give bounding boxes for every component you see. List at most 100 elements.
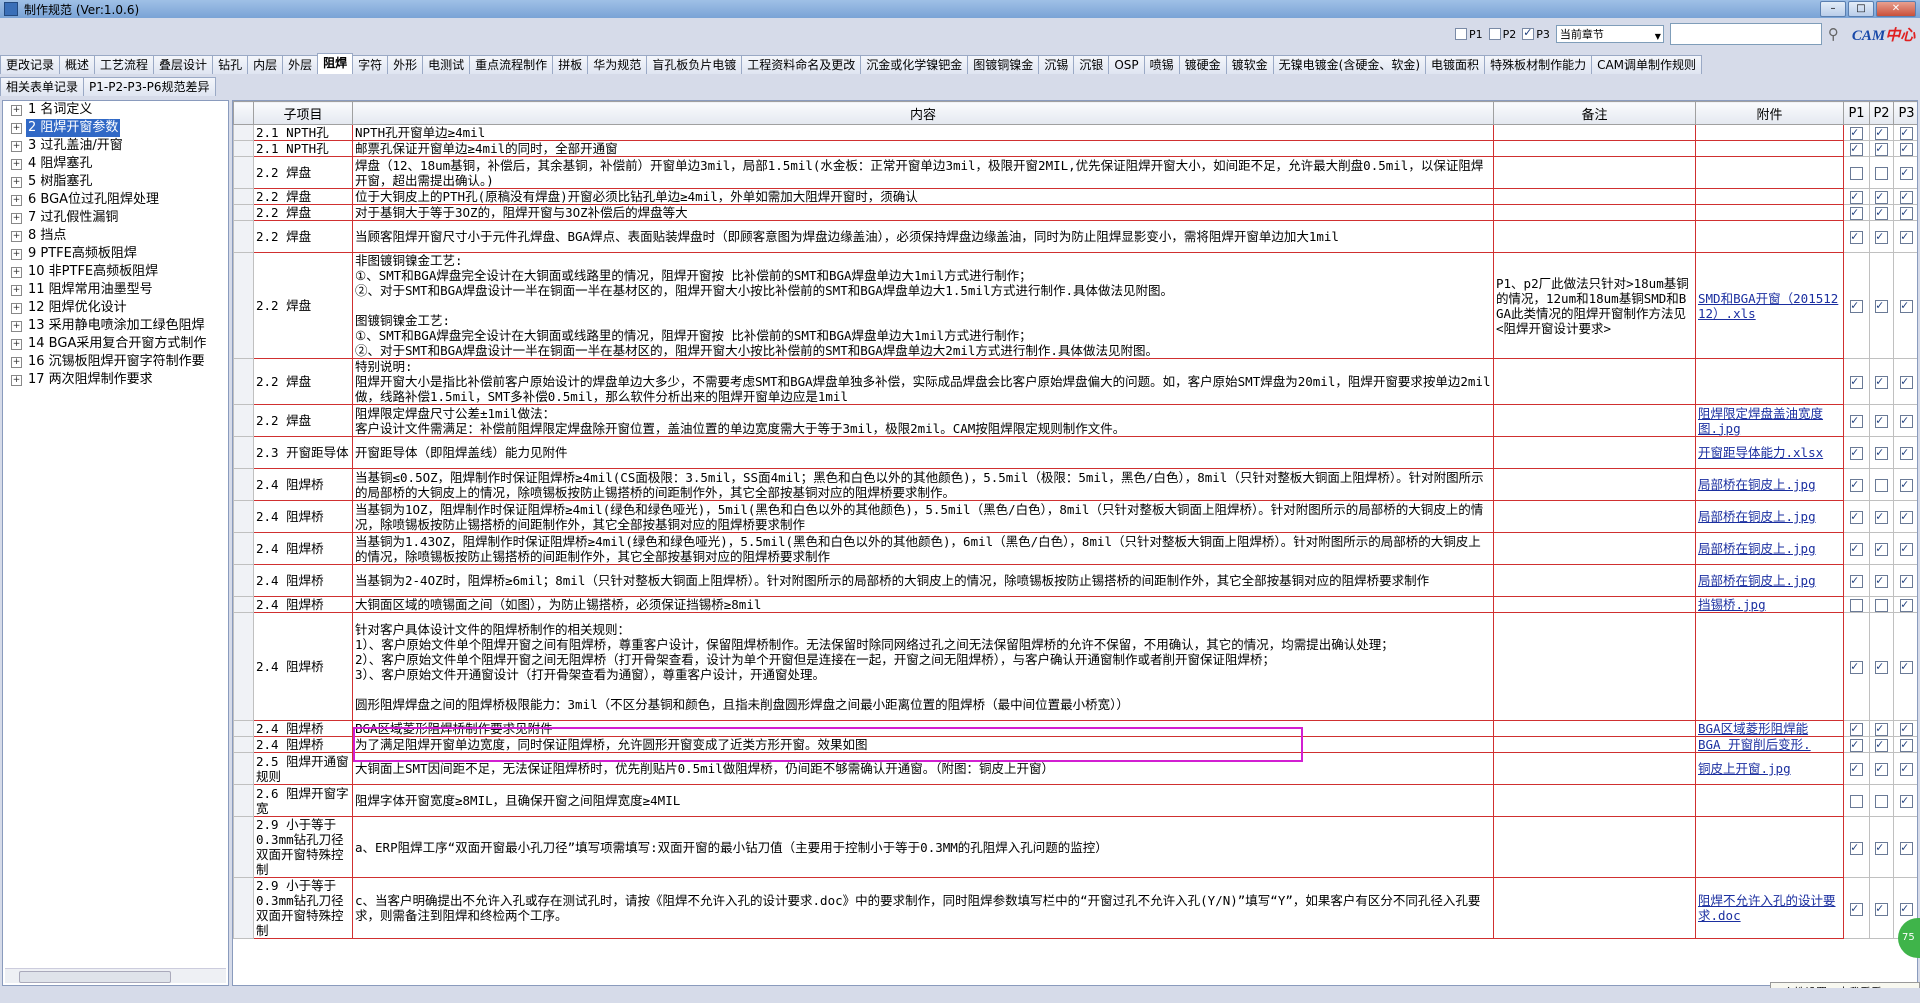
cell-p1-checkbox[interactable] (1843, 404, 1870, 437)
tab-row2-1[interactable]: P1-P2-P3-P6规范差异 (83, 77, 216, 96)
cell-p1-checkbox[interactable] (1843, 612, 1870, 721)
tab-27[interactable]: CAM调单制作规则 (1591, 55, 1703, 74)
sidebar-scrollbar[interactable] (5, 968, 226, 983)
sidebar-item[interactable]: +17 两次阻焊制作要求 (3, 371, 228, 389)
cell-attach-link[interactable]: 局部桥在铜皮上.jpg (1695, 564, 1844, 597)
expand-icon[interactable]: + (11, 140, 22, 152)
cell-p1-checkbox[interactable] (1843, 736, 1870, 753)
expand-icon[interactable]: + (11, 122, 22, 134)
cell-p1-checkbox[interactable] (1843, 877, 1870, 939)
p3-check-icon[interactable] (1900, 190, 1913, 204)
cell-p3-checkbox[interactable] (1893, 188, 1917, 205)
row-indicator[interactable] (233, 204, 254, 221)
p3-check-icon[interactable] (1900, 445, 1913, 460)
cell-p3-checkbox[interactable] (1893, 156, 1917, 189)
table-row[interactable]: 2.2 焊盘 特别说明: 阻焊开窗大小是指比补偿前客户原始设计的焊盘单边大多少，不… (233, 358, 1917, 405)
sidebar-item[interactable]: +8 挡点 (3, 227, 228, 245)
cell-p2-checkbox[interactable] (1869, 220, 1894, 253)
col-header-sub[interactable]: 子项目 (253, 101, 353, 125)
cell-p2-checkbox[interactable] (1869, 468, 1894, 501)
cell-attach-link[interactable] (1695, 204, 1844, 221)
tab-15[interactable]: 工程资料命名及更改 (741, 55, 862, 74)
col-header-p2[interactable]: P2 (1869, 101, 1894, 125)
row-indicator[interactable] (233, 156, 254, 189)
p3-check-icon[interactable] (1900, 659, 1913, 674)
p2-check-icon[interactable] (1875, 190, 1888, 204)
p2-check-icon[interactable] (1875, 840, 1888, 855)
cell-p2-checkbox[interactable] (1869, 596, 1894, 613)
table-row[interactable]: 2.5 阻焊开通窗规则 大铜面上SMT因间距不足，无法保证阻焊桥时，优先削贴片0.… (233, 752, 1917, 785)
col-header-note[interactable]: 备注 (1493, 101, 1696, 125)
p2-check-icon[interactable] (1875, 229, 1888, 244)
table-row[interactable]: 2.4 阻焊桥 为了满足阻焊开窗单边宽度，同时保证阻焊桥，允许圆形开窗变成了近类方… (233, 736, 1917, 753)
maximize-button[interactable]: □ (1848, 1, 1874, 17)
cell-p3-checkbox[interactable] (1893, 500, 1917, 533)
cell-attach-link[interactable]: 铜皮上开窗.jpg (1695, 752, 1844, 785)
cell-p1-checkbox[interactable] (1843, 358, 1870, 405)
expand-icon[interactable]: + (11, 302, 22, 314)
expand-icon[interactable]: + (11, 176, 22, 188)
table-row[interactable]: 2.2 焊盘 焊盘（12、18um基铜，补偿后，其余基铜，补偿前）开窗单边3mil… (233, 156, 1917, 189)
sidebar-item[interactable]: +6 BGA位过孔阻焊处理 (3, 191, 228, 209)
cell-p2-checkbox[interactable] (1869, 564, 1894, 597)
cell-p1-checkbox[interactable] (1843, 204, 1870, 221)
cell-p3-checkbox[interactable] (1893, 204, 1917, 221)
cell-attach-link[interactable]: SMD和BGA开窗（20151212）.xls (1695, 252, 1844, 359)
p3-check-icon[interactable] (1900, 541, 1913, 556)
p3-check-icon[interactable] (1900, 722, 1913, 736)
p1-check-icon[interactable] (1850, 298, 1863, 313)
table-row[interactable]: 2.4 阻焊桥 BGA区域菱形阻焊桥制作要求见附件 BGA区域菱形阻焊能 (233, 720, 1917, 737)
cell-p3-checkbox[interactable] (1893, 468, 1917, 501)
p3-check-icon[interactable] (1900, 840, 1913, 855)
cell-attach-link[interactable] (1695, 612, 1844, 721)
sidebar-item[interactable]: +13 采用静电喷涂加工绿色阻焊 (3, 317, 228, 335)
p3-check-icon[interactable] (1900, 413, 1913, 428)
expand-icon[interactable]: + (11, 104, 22, 116)
p1-check-icon[interactable] (1850, 374, 1863, 389)
p2-check-icon[interactable] (1875, 142, 1888, 156)
row-indicator[interactable] (233, 877, 254, 939)
tab-7[interactable]: 阻焊 (317, 53, 354, 74)
cell-p2-checkbox[interactable] (1869, 736, 1894, 753)
sidebar-item[interactable]: +7 过孔假性漏铜 (3, 209, 228, 227)
p1-checkbox[interactable]: P1 (1455, 28, 1483, 41)
row-indicator[interactable] (233, 358, 254, 405)
tab-25[interactable]: 电镀面积 (1425, 55, 1486, 74)
row-indicator[interactable] (233, 500, 254, 533)
cell-p3-checkbox[interactable] (1893, 436, 1917, 469)
row-indicator[interactable] (233, 252, 254, 359)
row-indicator[interactable] (233, 532, 254, 565)
col-header-content[interactable]: 内容 (352, 101, 1494, 125)
tab-1[interactable]: 概述 (59, 55, 96, 74)
cell-p1-checkbox[interactable] (1843, 596, 1870, 613)
cell-p2-checkbox[interactable] (1869, 816, 1894, 878)
p3-checkbox[interactable]: P3 (1522, 26, 1550, 41)
p2-check-icon[interactable] (1875, 298, 1888, 313)
p3-check-icon[interactable] (1900, 165, 1913, 180)
tab-18[interactable]: 沉锡 (1038, 55, 1075, 74)
cell-p1-checkbox[interactable] (1843, 752, 1870, 785)
cell-p3-checkbox[interactable] (1893, 220, 1917, 253)
cell-attach-link[interactable] (1695, 188, 1844, 205)
cell-attach-link[interactable] (1695, 156, 1844, 189)
cell-p1-checkbox[interactable] (1843, 720, 1870, 737)
tab-19[interactable]: 沉银 (1073, 55, 1110, 74)
p2-check-icon[interactable] (1875, 509, 1888, 524)
cell-attach-link[interactable]: 开窗距导体能力.xlsx (1695, 436, 1844, 469)
cell-p1-checkbox[interactable] (1843, 468, 1870, 501)
tab-0[interactable]: 更改记录 (0, 55, 61, 74)
sidebar-item[interactable]: +16 沉锡板阻焊开窗字符制作要 (3, 353, 228, 371)
p3-check-icon[interactable] (1900, 298, 1913, 313)
cell-p1-checkbox[interactable] (1843, 436, 1870, 469)
p3-check-icon[interactable] (1900, 761, 1913, 776)
sidebar-item[interactable]: +12 阻焊优化设计 (3, 299, 228, 317)
row-indicator[interactable] (233, 436, 254, 469)
sidebar-item[interactable]: +14 BGA采用复合开窗方式制作 (3, 335, 228, 353)
p1-check-icon[interactable] (1850, 761, 1863, 776)
p1-check-icon[interactable] (1850, 126, 1863, 140)
p1-check-icon[interactable] (1850, 795, 1863, 808)
cell-p3-checkbox[interactable] (1893, 736, 1917, 753)
tab-22[interactable]: 镀硬金 (1178, 55, 1227, 74)
p3-check-icon[interactable] (1900, 793, 1913, 808)
p2-check-icon[interactable] (1875, 722, 1888, 736)
